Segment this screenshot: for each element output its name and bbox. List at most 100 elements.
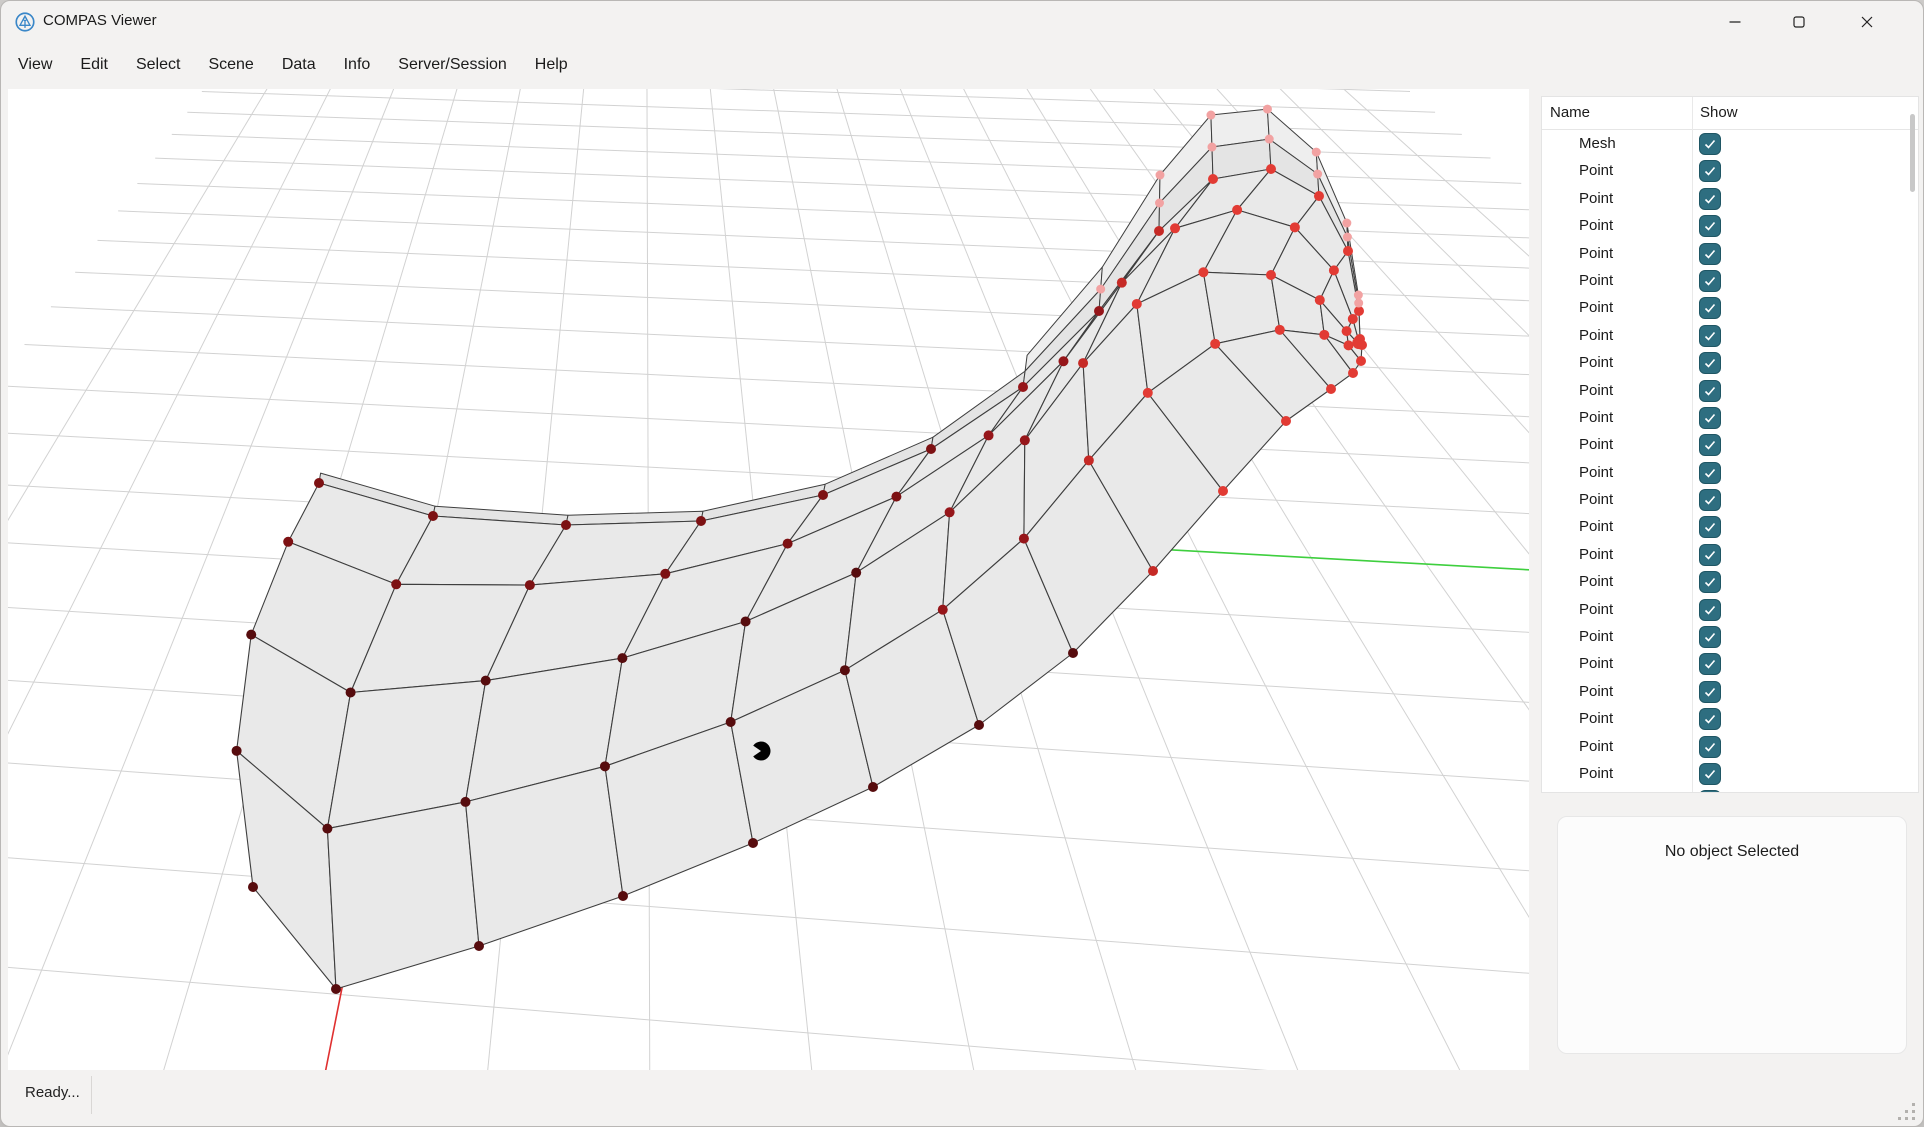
tree-row[interactable]: Point [1542, 186, 1918, 213]
check-icon [1703, 164, 1717, 178]
menu-item-server-session[interactable]: Server/Session [384, 47, 521, 83]
visibility-checkbox[interactable] [1699, 215, 1721, 237]
tree-row-label: Point [1579, 792, 1613, 793]
column-header-name: Name [1550, 104, 1590, 121]
visibility-checkbox[interactable] [1699, 407, 1721, 429]
visibility-checkbox[interactable] [1699, 653, 1721, 675]
tree-row[interactable]: Point [1542, 268, 1918, 295]
tree-row-label: Point [1579, 628, 1613, 645]
tree-row-label: Point [1579, 299, 1613, 316]
maximize-button[interactable] [1770, 1, 1828, 43]
visibility-checkbox[interactable] [1699, 325, 1721, 347]
visibility-checkbox[interactable] [1699, 380, 1721, 402]
visibility-checkbox[interactable] [1699, 708, 1721, 730]
visibility-checkbox[interactable] [1699, 462, 1721, 484]
tree-row[interactable]: Point [1542, 679, 1918, 706]
visibility-checkbox[interactable] [1699, 681, 1721, 703]
tree-row-label: Point [1579, 382, 1613, 399]
menu-item-edit[interactable]: Edit [66, 47, 122, 83]
tree-row[interactable]: Point [1542, 487, 1918, 514]
menu-item-data[interactable]: Data [268, 47, 330, 83]
tree-row[interactable]: Point [1542, 323, 1918, 350]
status-separator [91, 1076, 92, 1114]
tree-row[interactable]: Point [1542, 241, 1918, 268]
status-bar: Ready... [1, 1070, 1923, 1127]
tree-row[interactable]: Point [1542, 405, 1918, 432]
check-icon [1703, 493, 1717, 507]
tree-row[interactable]: Point [1542, 213, 1918, 240]
menu-item-view[interactable]: View [4, 47, 66, 83]
check-icon [1703, 219, 1717, 233]
tree-row[interactable]: Point [1542, 761, 1918, 788]
check-icon [1703, 438, 1717, 452]
menu-item-info[interactable]: Info [330, 47, 385, 83]
tree-row-label: Point [1579, 710, 1613, 727]
tree-row[interactable]: Point [1542, 706, 1918, 733]
resize-grip[interactable] [1893, 1098, 1915, 1120]
compas-logo-icon [15, 12, 35, 32]
tree-row[interactable]: Point [1542, 158, 1918, 185]
visibility-checkbox[interactable] [1699, 571, 1721, 593]
visibility-checkbox[interactable] [1699, 599, 1721, 621]
viewport-3d[interactable] [8, 89, 1529, 1070]
tree-row-label: Mesh [1579, 135, 1616, 152]
tree-row[interactable]: Point [1542, 378, 1918, 405]
tree-header: Name Show [1542, 97, 1918, 130]
tree-row[interactable]: Point [1542, 295, 1918, 322]
scrollbar-thumb[interactable] [1910, 114, 1915, 192]
tree-row[interactable]: Point [1542, 597, 1918, 624]
tree-row[interactable]: Point [1542, 350, 1918, 377]
visibility-checkbox[interactable] [1699, 270, 1721, 292]
visibility-checkbox[interactable] [1699, 736, 1721, 758]
tree-row[interactable]: Point [1542, 542, 1918, 569]
menu-bar: ViewEditSelectSceneDataInfoServer/Sessio… [4, 43, 582, 87]
check-icon [1703, 411, 1717, 425]
tree-row[interactable]: Point [1542, 624, 1918, 651]
visibility-checkbox[interactable] [1699, 489, 1721, 511]
visibility-checkbox[interactable] [1699, 352, 1721, 374]
visibility-checkbox[interactable] [1699, 763, 1721, 785]
check-icon [1703, 466, 1717, 480]
visibility-checkbox[interactable] [1699, 160, 1721, 182]
tree-row[interactable]: Point [1542, 514, 1918, 541]
tree-row-label: Point [1579, 683, 1613, 700]
tree-row-label: Point [1579, 354, 1613, 371]
close-button[interactable] [1838, 1, 1896, 43]
menu-item-select[interactable]: Select [122, 47, 194, 83]
visibility-checkbox[interactable] [1699, 516, 1721, 538]
visibility-checkbox[interactable] [1699, 434, 1721, 456]
visibility-checkbox[interactable] [1699, 544, 1721, 566]
tree-row-label: Point [1579, 245, 1613, 262]
tree-row[interactable]: Point [1542, 569, 1918, 596]
viewport-canvas[interactable] [8, 89, 1529, 1070]
menu-item-scene[interactable]: Scene [194, 47, 267, 83]
visibility-checkbox[interactable] [1699, 790, 1721, 793]
check-icon [1703, 712, 1717, 726]
column-header-show: Show [1700, 104, 1738, 121]
mesh-surface [237, 109, 1362, 989]
tree-row[interactable]: Point [1542, 651, 1918, 678]
tree-row[interactable]: Point [1542, 734, 1918, 761]
visibility-checkbox[interactable] [1699, 297, 1721, 319]
tree-row-label: Point [1579, 765, 1613, 782]
check-icon [1703, 247, 1717, 261]
close-icon [1861, 16, 1873, 28]
title-bar[interactable]: COMPAS Viewer [1, 1, 1923, 43]
tree-row-label: Point [1579, 546, 1613, 563]
tree-row-label: Point [1579, 436, 1613, 453]
check-icon [1703, 137, 1717, 151]
tree-row[interactable]: Point [1542, 788, 1918, 793]
tree-row-label: Point [1579, 738, 1613, 755]
visibility-checkbox[interactable] [1699, 133, 1721, 155]
minimize-button[interactable] [1706, 1, 1764, 43]
visibility-checkbox[interactable] [1699, 188, 1721, 210]
tree-row[interactable]: Point [1542, 460, 1918, 487]
maximize-icon [1793, 16, 1805, 28]
tree-row[interactable]: Mesh [1542, 131, 1918, 158]
menu-item-help[interactable]: Help [521, 47, 582, 83]
visibility-checkbox[interactable] [1699, 626, 1721, 648]
tree-row[interactable]: Point [1542, 432, 1918, 459]
check-icon [1703, 657, 1717, 671]
visibility-checkbox[interactable] [1699, 243, 1721, 265]
tree-row-label: Point [1579, 409, 1613, 426]
